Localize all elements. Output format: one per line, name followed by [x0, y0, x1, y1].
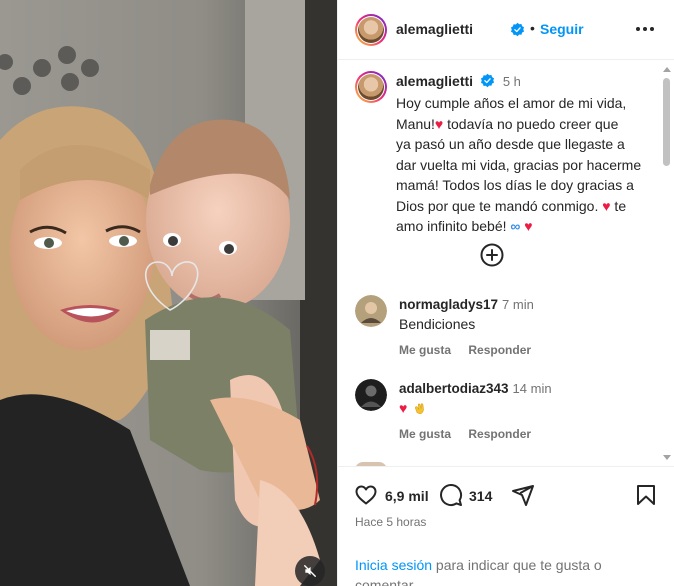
muted-speaker-icon — [304, 565, 316, 577]
separator-dot: • — [530, 20, 535, 36]
login-prompt: Inicia sesión para indicar que te gusta … — [355, 557, 602, 586]
clapping-hands-icon — [415, 403, 424, 415]
more-options-icon[interactable] — [636, 27, 654, 31]
share-icon[interactable] — [511, 483, 535, 507]
post-viewer: alemaglietti • Seguir alemaglietti 5 h H… — [0, 0, 674, 586]
comment-text: ♥ — [399, 400, 427, 416]
scrollbar-thumb[interactable] — [663, 78, 670, 166]
bookmark-icon[interactable] — [634, 483, 658, 507]
login-link[interactable]: Inicia sesión — [355, 557, 432, 573]
caption-line: dar vuelta mi vida, gracias por hacerme — [396, 156, 642, 173]
comment-icon[interactable] — [439, 483, 463, 507]
heart-emoji: ♥ — [602, 197, 611, 214]
caption-line: amo infinito bebé! ∞ ♥ — [396, 218, 533, 234]
verified-badge-icon — [480, 74, 494, 88]
caption-line: mamá! Todos los días le doy gracias a — [396, 177, 634, 193]
author-username[interactable]: alemaglietti — [396, 21, 473, 37]
heart-emoji: ♥ — [524, 218, 533, 234]
heart-emoji: ♥ — [399, 400, 408, 416]
plus-circle-icon[interactable] — [480, 243, 504, 267]
comments-count[interactable]: 314 — [469, 488, 492, 504]
post-media[interactable] — [0, 0, 337, 586]
verified-badge-icon — [510, 22, 525, 37]
comment-actions: Me gusta Responder — [399, 343, 545, 357]
scroll-down-arrow[interactable] — [663, 455, 671, 460]
caption-line: ya pasó un año desde que llegaste a — [396, 136, 625, 152]
caption-line: Manu!♥ todavía no puedo creer que — [396, 115, 619, 132]
comment-actions: Me gusta Responder — [399, 427, 545, 441]
comment-reply-button[interactable]: Responder — [468, 343, 531, 357]
caption-line: Hoy cumple años el amor de mi vida, — [396, 95, 627, 111]
likes-count[interactable]: 6,9 mil — [385, 488, 429, 504]
comment-time[interactable]: 14 min — [513, 381, 552, 396]
heart-emoji: ♥ — [434, 115, 444, 132]
comment-username[interactable]: normagladys17 7 min — [399, 297, 534, 312]
posted-time[interactable]: Hace 5 horas — [355, 515, 426, 529]
scroll-up-arrow[interactable] — [663, 67, 671, 72]
caption-line: Dios por que te mandó conmigo. ♥ te — [396, 197, 627, 214]
mute-button[interactable] — [295, 556, 325, 586]
post-photo — [0, 0, 337, 586]
comment-username[interactable]: adalbertodiaz343 14 min — [399, 381, 552, 396]
comment-reply-button[interactable]: Responder — [468, 427, 531, 441]
post-details: alemaglietti • Seguir alemaglietti 5 h H… — [337, 0, 674, 586]
caption-time[interactable]: 5 h — [503, 74, 521, 89]
caption-header: alemaglietti 5 h — [396, 73, 521, 89]
infinity-emoji: ∞ — [510, 218, 521, 234]
comments-scroll-area[interactable]: alemaglietti 5 h Hoy cumple años el amor… — [338, 61, 674, 466]
heart-icon[interactable] — [354, 483, 378, 507]
caption-text: Hoy cumple años el amor de mi vida, Manu… — [396, 93, 656, 237]
caption-username[interactable]: alemaglietti — [396, 73, 473, 89]
commenter-avatar[interactable] — [355, 379, 387, 411]
scrollbar[interactable] — [660, 61, 672, 466]
author-avatar[interactable] — [355, 14, 387, 46]
follow-button[interactable]: Seguir — [540, 21, 584, 37]
post-actions-footer: 6,9 mil 314 Hace 5 horas Inicia sesión p… — [338, 466, 674, 586]
comment-text: Bendiciones — [399, 316, 476, 332]
comment-time[interactable]: 7 min — [502, 297, 534, 312]
comment-like-button[interactable]: Me gusta — [399, 343, 451, 357]
caption-avatar[interactable] — [355, 71, 387, 103]
post-header: alemaglietti • Seguir — [338, 0, 674, 60]
comment-like-button[interactable]: Me gusta — [399, 427, 451, 441]
commenter-avatar[interactable] — [355, 295, 387, 327]
